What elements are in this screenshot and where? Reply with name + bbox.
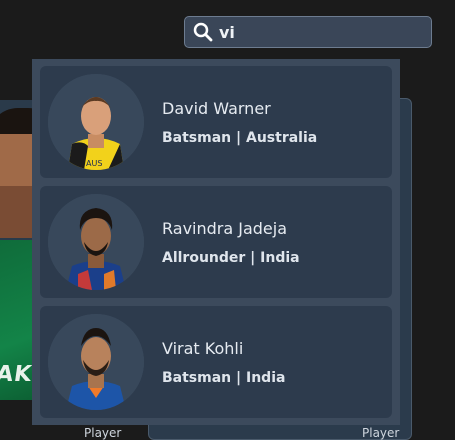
player-avatar (48, 314, 144, 410)
player-role-country: Batsman | Australia (162, 129, 318, 146)
search-result-item[interactable]: AUS David Warner Batsman | Australia (40, 66, 392, 178)
player-avatar: AUS (48, 74, 144, 170)
svg-text:AUS: AUS (86, 159, 102, 168)
player-name: David Warner (162, 98, 271, 118)
jersey-text: AK (0, 362, 34, 387)
search-input[interactable] (219, 22, 419, 42)
search-bar[interactable] (184, 16, 432, 48)
player-label: Player (84, 426, 122, 440)
player-label: Player (362, 426, 400, 440)
player-name: Ravindra Jadeja (162, 218, 288, 238)
player-avatar (48, 194, 144, 290)
search-results-dropdown: AUS David Warner Batsman | Australia Rav… (32, 59, 400, 425)
search-icon (193, 22, 213, 42)
player-name: Virat Kohli (162, 338, 244, 358)
player-role-country: Batsman | India (162, 369, 286, 386)
search-result-item[interactable]: Ravindra Jadeja Allrounder | India (40, 186, 392, 298)
search-result-item[interactable]: Virat Kohli Batsman | India (40, 306, 392, 418)
player-role-country: Allrounder | India (162, 249, 300, 266)
